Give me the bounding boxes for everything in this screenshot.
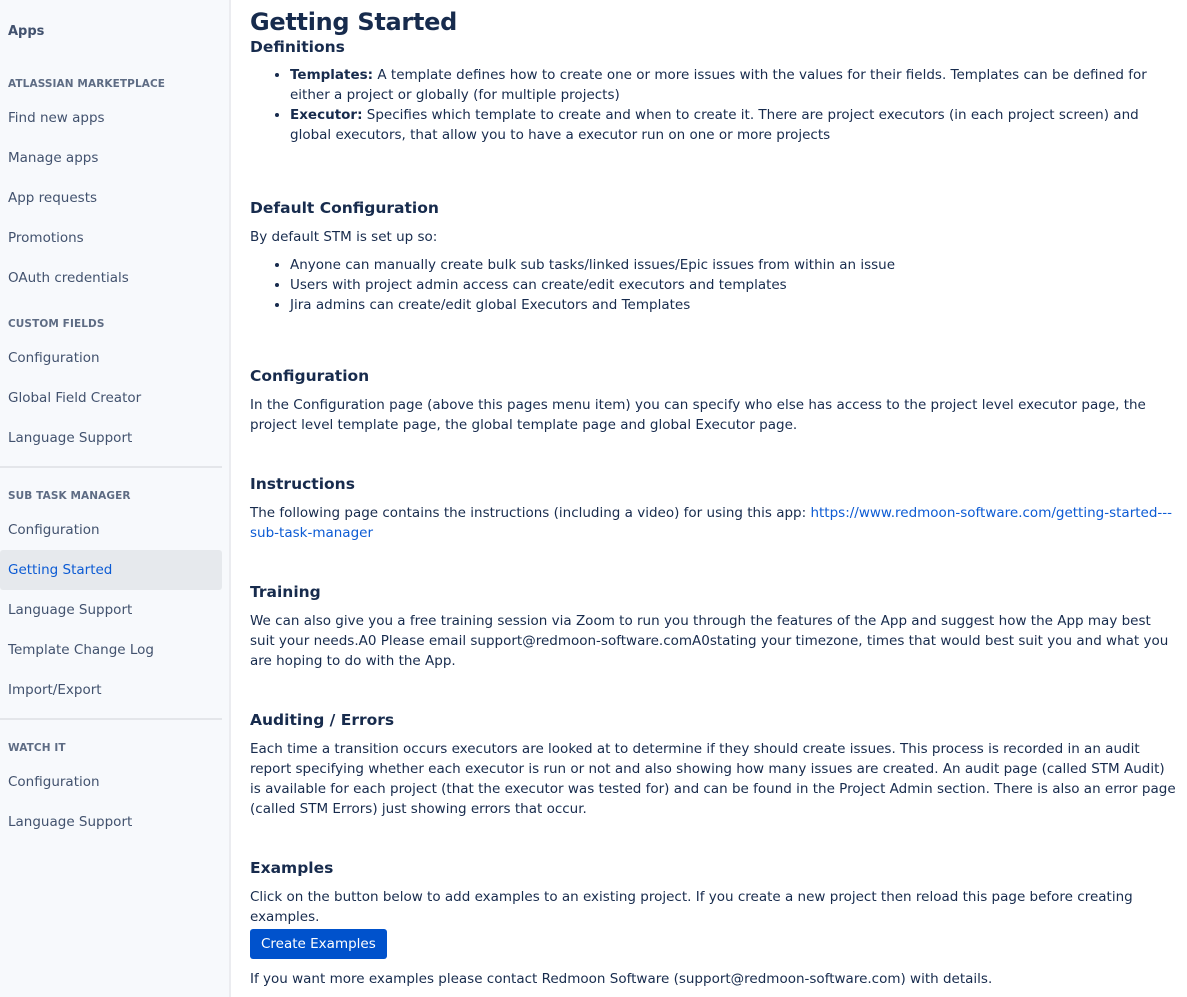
sidebar-item-cf-configuration[interactable]: Configuration xyxy=(0,338,222,378)
instructions-section: Instructions The following page contains… xyxy=(250,473,1177,543)
sidebar-item-stm-language-support[interactable]: Language Support xyxy=(0,590,222,630)
sidebar-item-cf-language-support[interactable]: Language Support xyxy=(0,418,222,458)
list-item: Executor: Specifies which template to cr… xyxy=(290,105,1177,145)
sidebar-item-watchit-language-support[interactable]: Language Support xyxy=(0,802,222,842)
sidebar: Apps ATLASSIAN MARKETPLACE Find new apps… xyxy=(0,0,231,997)
configuration-section: Configuration In the Configuration page … xyxy=(250,365,1177,435)
sidebar-item-promotions[interactable]: Promotions xyxy=(0,218,222,258)
app-layout: Apps ATLASSIAN MARKETPLACE Find new apps… xyxy=(0,0,1187,997)
definitions-list: Templates: A template defines how to cre… xyxy=(250,65,1177,145)
list-item: Jira admins can create/edit global Execu… xyxy=(290,295,1177,315)
sidebar-item-find-new-apps[interactable]: Find new apps xyxy=(0,98,222,138)
definition-text: A template defines how to create one or … xyxy=(290,67,1147,103)
section-intro: By default STM is set up so: xyxy=(250,229,438,245)
nav-group-custom-fields: CUSTOM FIELDS Configuration Global Field… xyxy=(0,316,229,458)
sidebar-item-getting-started[interactable]: Getting Started xyxy=(0,550,222,590)
default-configuration-section: Default Configuration By default STM is … xyxy=(250,197,1177,315)
create-examples-button[interactable]: Create Examples xyxy=(250,929,387,959)
sidebar-divider xyxy=(0,718,222,720)
nav-group-watch-it: WATCH IT Configuration Language Support xyxy=(0,740,229,842)
section-heading: Examples xyxy=(250,859,334,877)
main-content: Getting Started Definitions Templates: A… xyxy=(231,0,1187,997)
sidebar-item-import-export[interactable]: Import/Export xyxy=(0,670,222,710)
sidebar-item-template-change-log[interactable]: Template Change Log xyxy=(0,630,222,670)
sidebar-item-app-requests[interactable]: App requests xyxy=(0,178,222,218)
default-config-list: Anyone can manually create bulk sub task… xyxy=(250,255,1177,315)
examples-footer-text: If you want more examples please contact… xyxy=(250,971,993,987)
list-item: Templates: A template defines how to cre… xyxy=(290,65,1177,105)
examples-section: Examples Click on the button below to ad… xyxy=(250,857,1177,989)
section-heading: Training xyxy=(250,583,321,601)
section-text: Each time a transition occurs executors … xyxy=(250,741,1176,817)
sidebar-item-manage-apps[interactable]: Manage apps xyxy=(0,138,222,178)
page-title: Getting Started xyxy=(250,8,457,36)
sidebar-item-watchit-configuration[interactable]: Configuration xyxy=(0,762,222,802)
auditing-section: Auditing / Errors Each time a transition… xyxy=(250,709,1177,819)
section-heading: Default Configuration xyxy=(250,199,439,217)
nav-group-sub-task-manager: SUB TASK MANAGER Configuration Getting S… xyxy=(0,488,229,710)
list-item: Anyone can manually create bulk sub task… xyxy=(290,255,1177,275)
group-heading: ATLASSIAN MARKETPLACE xyxy=(8,78,166,90)
training-section: Training We can also give you a free tra… xyxy=(250,581,1177,671)
section-heading: Configuration xyxy=(250,367,370,385)
nav-group-atlassian-marketplace: ATLASSIAN MARKETPLACE Find new apps Mana… xyxy=(0,76,229,298)
sidebar-item-oauth-credentials[interactable]: OAuth credentials xyxy=(0,258,222,298)
sidebar-item-global-field-creator[interactable]: Global Field Creator xyxy=(0,378,222,418)
definitions-section: Definitions Templates: A template define… xyxy=(250,36,1177,145)
section-text: In the Configuration page (above this pa… xyxy=(250,397,1146,433)
section-text: We can also give you a free training ses… xyxy=(250,613,1169,669)
list-item: Users with project admin access can crea… xyxy=(290,275,1177,295)
sidebar-divider xyxy=(0,466,222,468)
sidebar-title: Apps xyxy=(8,24,45,39)
section-text: Click on the button below to add example… xyxy=(250,889,1133,925)
group-heading: WATCH IT xyxy=(8,742,66,754)
sidebar-item-stm-configuration[interactable]: Configuration xyxy=(0,510,222,550)
section-heading: Instructions xyxy=(250,475,355,493)
definition-term: Executor: xyxy=(290,107,363,123)
section-heading: Auditing / Errors xyxy=(250,711,395,729)
section-heading: Definitions xyxy=(250,38,345,56)
instructions-text: The following page contains the instruct… xyxy=(250,505,811,521)
section-text: The following page contains the instruct… xyxy=(250,503,1177,543)
definition-text: Specifies which template to create and w… xyxy=(290,107,1139,143)
group-heading: CUSTOM FIELDS xyxy=(8,318,105,330)
group-heading: SUB TASK MANAGER xyxy=(8,490,131,502)
definition-term: Templates: xyxy=(290,67,374,83)
